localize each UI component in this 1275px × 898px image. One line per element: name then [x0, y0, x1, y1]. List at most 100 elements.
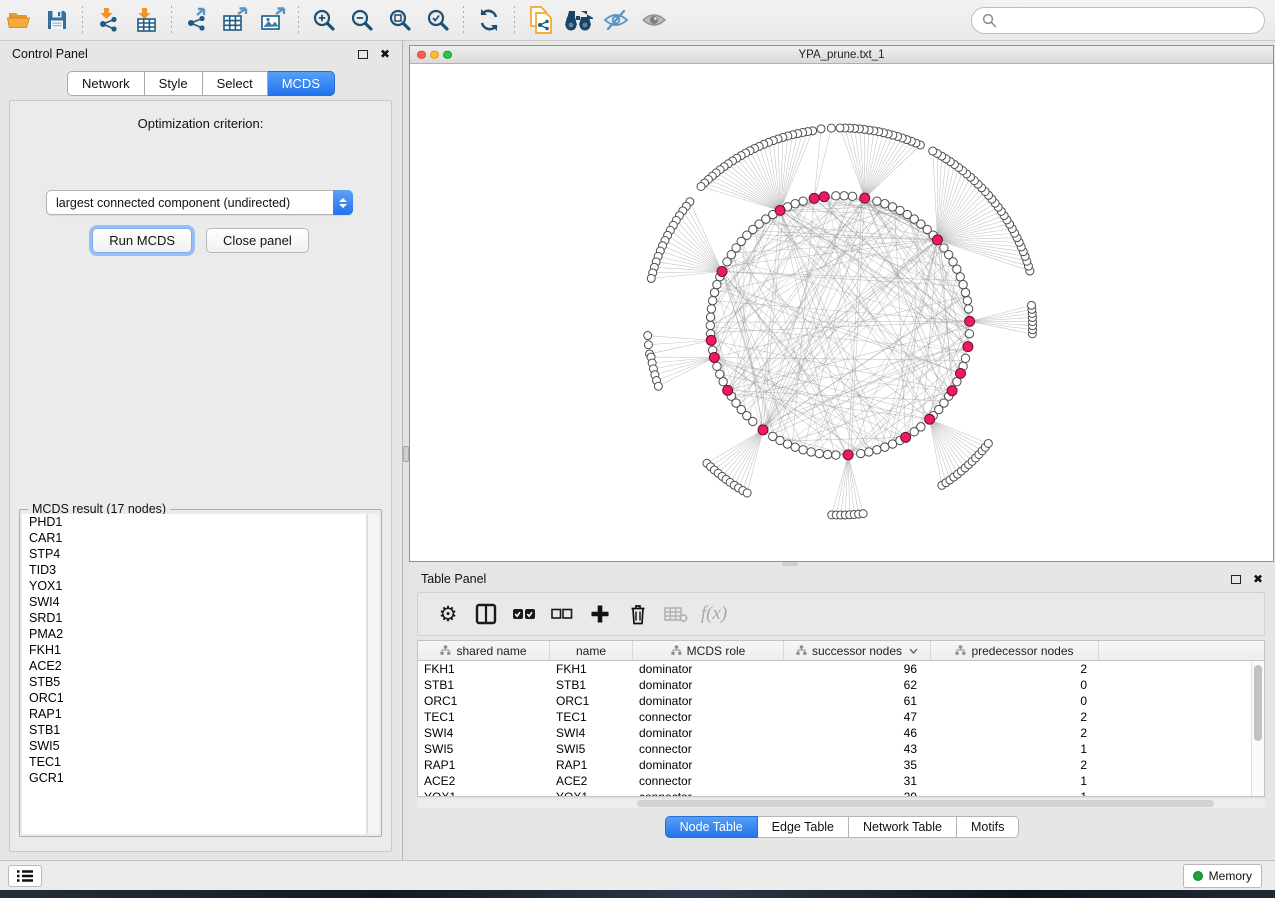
- zoom-fit-button[interactable]: [383, 4, 417, 36]
- zoom-out-button[interactable]: [345, 4, 379, 36]
- cell-MCDS-role[interactable]: connector: [633, 774, 784, 788]
- export-table-button[interactable]: [218, 4, 252, 36]
- table-tab-node-table[interactable]: Node Table: [665, 816, 758, 838]
- tab-style[interactable]: Style: [145, 71, 203, 96]
- cell-successor-nodes[interactable]: 29: [784, 790, 931, 796]
- table-row[interactable]: FKH1FKH1dominator962: [418, 661, 1251, 677]
- mcds-result-item[interactable]: GCR1: [22, 770, 366, 786]
- close-window-icon[interactable]: [417, 50, 426, 59]
- zoom-selected-button[interactable]: [421, 4, 455, 36]
- cell-shared-name[interactable]: ORC1: [418, 694, 550, 708]
- table-vertical-scrollbar[interactable]: [1251, 661, 1264, 796]
- cell-predecessor-nodes[interactable]: 0: [931, 694, 1099, 708]
- mcds-result-item[interactable]: SWI4: [22, 594, 366, 610]
- network-window-titlebar[interactable]: YPA_prune.txt_1: [410, 46, 1273, 64]
- cell-successor-nodes[interactable]: 35: [784, 758, 931, 772]
- column-header-successor-nodes[interactable]: successor nodes: [784, 641, 931, 660]
- import-table-button[interactable]: [129, 4, 163, 36]
- mcds-result-item[interactable]: PHD1: [22, 514, 366, 530]
- cell-predecessor-nodes[interactable]: 2: [931, 710, 1099, 724]
- table-row[interactable]: TEC1TEC1connector472: [418, 709, 1251, 725]
- column-header-shared-name[interactable]: shared name: [418, 641, 550, 660]
- mcds-result-item[interactable]: TEC1: [22, 754, 366, 770]
- cell-predecessor-nodes[interactable]: 1: [931, 774, 1099, 788]
- mcds-result-item[interactable]: SRD1: [22, 610, 366, 626]
- cell-MCDS-role[interactable]: connector: [633, 790, 784, 796]
- mcds-result-item[interactable]: YOX1: [22, 578, 366, 594]
- table-row[interactable]: SWI5SWI5connector431: [418, 741, 1251, 757]
- mcds-result-item[interactable]: FKH1: [22, 642, 366, 658]
- network-from-selection-button[interactable]: [523, 4, 557, 36]
- scrollbar-thumb[interactable]: [637, 800, 1214, 807]
- clear-table-button[interactable]: [662, 600, 690, 628]
- cell-successor-nodes[interactable]: 43: [784, 742, 931, 756]
- add-column-button[interactable]: [586, 600, 614, 628]
- run-mcds-button[interactable]: Run MCDS: [92, 228, 192, 253]
- zoom-in-button[interactable]: [307, 4, 341, 36]
- table-tab-edge-table[interactable]: Edge Table: [758, 816, 849, 838]
- cell-name[interactable]: ORC1: [550, 694, 633, 708]
- mcds-result-item[interactable]: ORC1: [22, 690, 366, 706]
- cell-MCDS-role[interactable]: dominator: [633, 694, 784, 708]
- search-box[interactable]: [971, 7, 1265, 34]
- network-canvas[interactable]: [410, 64, 1273, 561]
- cell-name[interactable]: SWI5: [550, 742, 633, 756]
- cell-successor-nodes[interactable]: 46: [784, 726, 931, 740]
- select-all-button[interactable]: [510, 600, 538, 628]
- close-panel-icon[interactable]: ✖: [380, 48, 390, 60]
- unselect-all-button[interactable]: [548, 600, 576, 628]
- cell-shared-name[interactable]: FKH1: [418, 662, 550, 676]
- tab-network[interactable]: Network: [67, 71, 145, 96]
- mcds-result-item[interactable]: PMA2: [22, 626, 366, 642]
- cell-successor-nodes[interactable]: 31: [784, 774, 931, 788]
- mcds-result-item[interactable]: ACE2: [22, 658, 366, 674]
- table-row[interactable]: ORC1ORC1dominator610: [418, 693, 1251, 709]
- show-columns-button[interactable]: [472, 600, 500, 628]
- table-row[interactable]: SWI4SWI4dominator462: [418, 725, 1251, 741]
- float-table-panel-icon[interactable]: [1231, 575, 1241, 584]
- cell-MCDS-role[interactable]: connector: [633, 710, 784, 724]
- mcds-result-item[interactable]: RAP1: [22, 706, 366, 722]
- cell-MCDS-role[interactable]: dominator: [633, 662, 784, 676]
- mcds-result-item[interactable]: TID3: [22, 562, 366, 578]
- table-row[interactable]: ACE2ACE2connector311: [418, 773, 1251, 789]
- memory-button[interactable]: Memory: [1183, 864, 1262, 888]
- criterion-dropdown[interactable]: largest connected component (undirected): [46, 190, 353, 215]
- cell-predecessor-nodes[interactable]: 1: [931, 742, 1099, 756]
- cell-predecessor-nodes[interactable]: 2: [931, 662, 1099, 676]
- find-button[interactable]: [561, 4, 595, 36]
- cell-name[interactable]: RAP1: [550, 758, 633, 772]
- hide-selected-button[interactable]: [599, 4, 633, 36]
- cell-shared-name[interactable]: SWI4: [418, 726, 550, 740]
- cell-successor-nodes[interactable]: 96: [784, 662, 931, 676]
- cell-predecessor-nodes[interactable]: 0: [931, 678, 1099, 692]
- refresh-layout-button[interactable]: [472, 4, 506, 36]
- cell-successor-nodes[interactable]: 61: [784, 694, 931, 708]
- column-header-name[interactable]: name: [550, 641, 633, 660]
- cell-shared-name[interactable]: RAP1: [418, 758, 550, 772]
- cell-name[interactable]: ACE2: [550, 774, 633, 788]
- show-all-button[interactable]: [637, 4, 671, 36]
- maximize-window-icon[interactable]: [443, 50, 452, 59]
- search-input[interactable]: [1003, 13, 1254, 28]
- table-row[interactable]: YOX1YOX1connector291: [418, 789, 1251, 796]
- export-network-button[interactable]: [180, 4, 214, 36]
- float-panel-icon[interactable]: [358, 50, 368, 59]
- cell-successor-nodes[interactable]: 62: [784, 678, 931, 692]
- cell-MCDS-role[interactable]: connector: [633, 742, 784, 756]
- mcds-result-item[interactable]: CAR1: [22, 530, 366, 546]
- cell-shared-name[interactable]: SWI5: [418, 742, 550, 756]
- table-tab-motifs[interactable]: Motifs: [957, 816, 1019, 838]
- save-session-button[interactable]: [40, 4, 74, 36]
- mcds-result-item[interactable]: STP4: [22, 546, 366, 562]
- cell-MCDS-role[interactable]: dominator: [633, 678, 784, 692]
- mcds-list-scrollbar[interactable]: [367, 514, 379, 834]
- function-builder-button[interactable]: f(x): [700, 600, 728, 628]
- open-file-button[interactable]: [2, 4, 36, 36]
- table-tab-network-table[interactable]: Network Table: [849, 816, 957, 838]
- cell-shared-name[interactable]: YOX1: [418, 790, 550, 796]
- task-history-button[interactable]: [8, 865, 42, 887]
- mcds-result-item[interactable]: SWI5: [22, 738, 366, 754]
- scrollbar-thumb[interactable]: [1254, 665, 1262, 741]
- cell-name[interactable]: YOX1: [550, 790, 633, 796]
